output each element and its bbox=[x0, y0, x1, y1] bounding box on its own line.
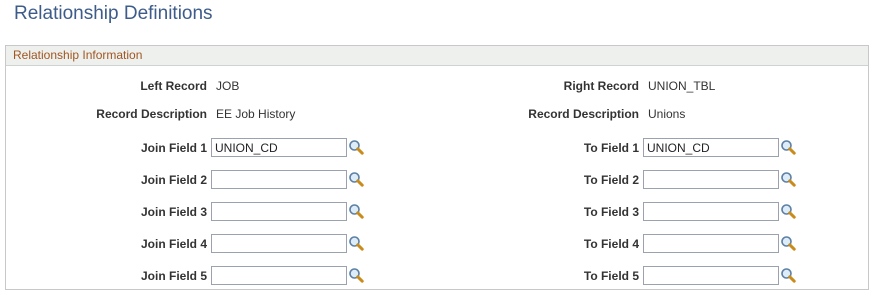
to-field-1-label: To Field 1 bbox=[583, 141, 639, 155]
to-field-5-lookup-icon[interactable] bbox=[780, 267, 796, 283]
join-field-5-input[interactable] bbox=[211, 266, 347, 285]
to-field-3-label: To Field 3 bbox=[583, 205, 639, 219]
to-field-5-input[interactable] bbox=[643, 266, 779, 285]
join-field-1-label: Join Field 1 bbox=[140, 141, 207, 155]
to-field-4-label: To Field 4 bbox=[583, 237, 639, 251]
to-field-2-lookup-icon[interactable] bbox=[780, 171, 796, 187]
join-field-1-lookup-icon[interactable] bbox=[348, 139, 364, 155]
right-record-description-value: Unions bbox=[648, 107, 686, 121]
relationship-information-group: Relationship Information bbox=[5, 45, 869, 290]
join-field-5-lookup-icon[interactable] bbox=[348, 267, 364, 283]
right-record-label: Right Record bbox=[563, 79, 639, 93]
to-field-3-lookup-icon[interactable] bbox=[780, 203, 796, 219]
join-field-4-input[interactable] bbox=[211, 234, 347, 253]
to-field-2-input[interactable] bbox=[643, 170, 779, 189]
to-field-1-input[interactable] bbox=[643, 138, 779, 157]
page-title: Relationship Definitions bbox=[14, 3, 213, 24]
join-field-4-lookup-icon[interactable] bbox=[348, 235, 364, 251]
join-field-2-input[interactable] bbox=[211, 170, 347, 189]
left-record-value: JOB bbox=[216, 79, 240, 93]
group-header: Relationship Information bbox=[6, 46, 868, 66]
join-field-3-label: Join Field 3 bbox=[140, 205, 207, 219]
to-field-3-input[interactable] bbox=[643, 202, 779, 221]
to-field-4-lookup-icon[interactable] bbox=[780, 235, 796, 251]
left-record-description-label: Record Description bbox=[96, 107, 207, 121]
to-field-1-lookup-icon[interactable] bbox=[780, 139, 796, 155]
join-field-1-input[interactable] bbox=[211, 138, 347, 157]
right-record-description-label: Record Description bbox=[528, 107, 639, 121]
join-field-2-lookup-icon[interactable] bbox=[348, 171, 364, 187]
join-field-3-lookup-icon[interactable] bbox=[348, 203, 364, 219]
left-record-description-value: EE Job History bbox=[216, 107, 296, 121]
join-field-3-input[interactable] bbox=[211, 202, 347, 221]
join-field-5-label: Join Field 5 bbox=[140, 269, 207, 283]
to-field-2-label: To Field 2 bbox=[583, 173, 639, 187]
left-record-label: Left Record bbox=[140, 79, 207, 93]
join-field-2-label: Join Field 2 bbox=[140, 173, 207, 187]
join-field-4-label: Join Field 4 bbox=[140, 237, 207, 251]
to-field-5-label: To Field 5 bbox=[583, 269, 639, 283]
right-record-value: UNION_TBL bbox=[648, 79, 716, 93]
to-field-4-input[interactable] bbox=[643, 234, 779, 253]
